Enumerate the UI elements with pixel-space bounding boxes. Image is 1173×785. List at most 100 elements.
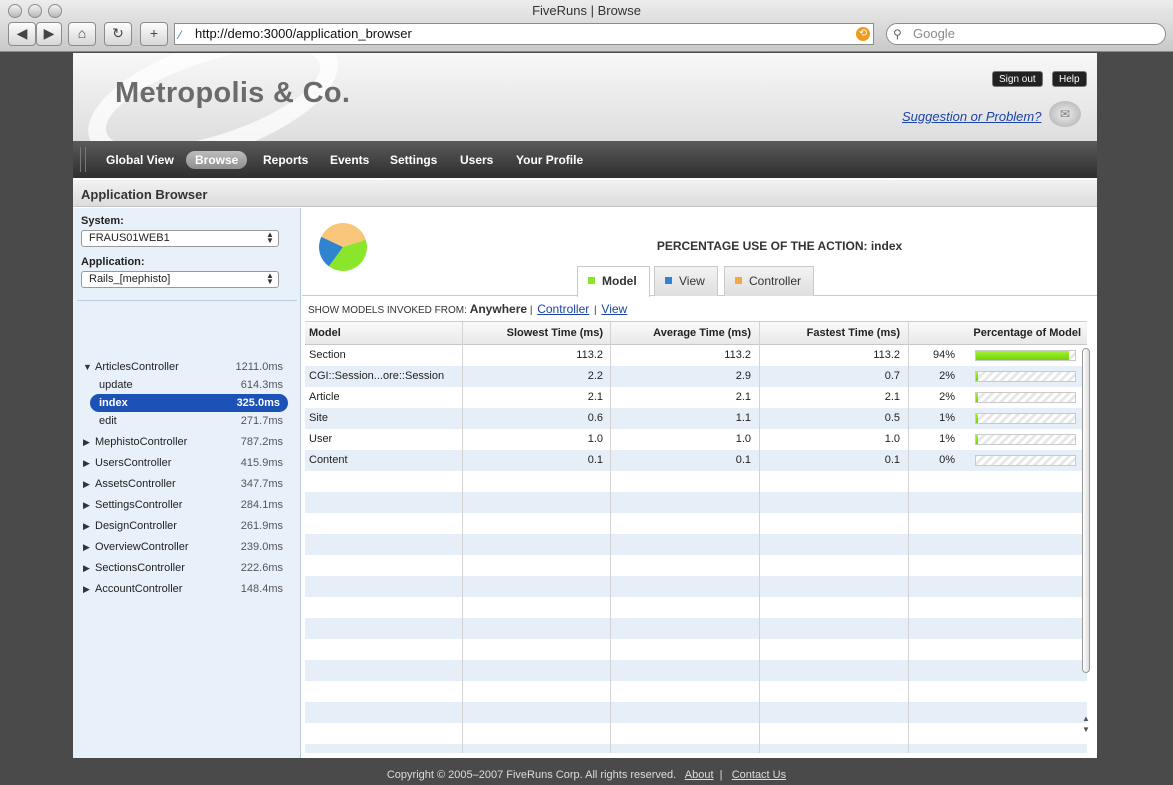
cell-percentage: 0% bbox=[939, 454, 955, 466]
tree-row-account-controller[interactable]: ▶ AccountController 148.4ms bbox=[77, 580, 291, 598]
nav-users[interactable]: Users bbox=[451, 151, 502, 169]
table-row[interactable]: Article 2.1 2.1 2.1 2% bbox=[305, 387, 1087, 408]
empty-table-row bbox=[305, 681, 1087, 702]
rss-icon[interactable]: ⟲ bbox=[856, 27, 870, 41]
controller-name: SettingsController bbox=[95, 499, 183, 511]
action-name: update bbox=[99, 379, 133, 391]
percentage-bar bbox=[975, 434, 1076, 445]
filter-view-link[interactable]: View bbox=[601, 302, 627, 316]
tree-row-sections-controller[interactable]: ▶ SectionsController 222.6ms bbox=[77, 559, 291, 577]
nav-reports[interactable]: Reports bbox=[254, 151, 317, 169]
cell-percentage: 1% bbox=[939, 433, 955, 445]
cell-average: 2.1 bbox=[735, 391, 751, 403]
controller-time: 415.9ms bbox=[240, 457, 283, 469]
collapsed-triangle-icon[interactable]: ▶ bbox=[83, 433, 90, 451]
percentage-bar-fill bbox=[976, 393, 978, 402]
tree-row-settings-controller[interactable]: ▶ SettingsController 284.1ms bbox=[77, 496, 291, 514]
cell-average: 0.1 bbox=[735, 454, 751, 466]
nav-events[interactable]: Events bbox=[321, 151, 378, 169]
contact-us-link[interactable]: Contact Us bbox=[732, 769, 786, 781]
help-button[interactable]: Help bbox=[1052, 71, 1087, 87]
tree-row-action-update[interactable]: update 614.3ms bbox=[77, 376, 291, 394]
sidebar: System: FRAUS01WEB1 ▲ ▼ Application: Rail… bbox=[73, 208, 301, 758]
cell-percentage: 2% bbox=[939, 370, 955, 382]
column-divider bbox=[610, 322, 611, 753]
percentage-bar-fill bbox=[976, 372, 978, 381]
table-row[interactable]: CGI::Session...ore::Session 2.2 2.9 0.7 2% bbox=[305, 366, 1087, 387]
percentage-bar bbox=[975, 371, 1076, 382]
cell-fastest: 2.1 bbox=[884, 391, 900, 403]
new-tab-button[interactable]: + bbox=[140, 22, 168, 46]
tree-row-users-controller[interactable]: ▶ UsersController 415.9ms bbox=[77, 454, 291, 472]
tree-row-assets-controller[interactable]: ▶ AssetsController 347.7ms bbox=[77, 475, 291, 493]
controller-time: 222.6ms bbox=[240, 562, 283, 574]
table-row[interactable]: Site 0.6 1.1 0.5 1% bbox=[305, 408, 1087, 429]
system-select[interactable]: FRAUS01WEB1 ▲ ▼ bbox=[81, 230, 279, 247]
column-header-model[interactable]: Model bbox=[309, 322, 341, 345]
scroll-down-icon[interactable]: ▼ bbox=[1082, 725, 1090, 734]
percentage-bar-fill bbox=[976, 414, 978, 423]
tree-row-action-index[interactable]: index 325.0ms bbox=[90, 394, 288, 412]
nav-settings[interactable]: Settings bbox=[381, 151, 446, 169]
nav-browse[interactable]: Browse bbox=[186, 151, 248, 169]
tab-view[interactable]: View bbox=[654, 266, 718, 296]
table-scrollbar[interactable]: ▲ ▼ bbox=[1081, 344, 1091, 750]
cell-average: 1.1 bbox=[735, 412, 751, 424]
nav-global-view[interactable]: Global View bbox=[97, 151, 183, 169]
column-header-average[interactable]: Average Time (ms) bbox=[613, 322, 751, 345]
nav-your-profile[interactable]: Your Profile bbox=[507, 151, 592, 169]
reload-button[interactable]: ↻ bbox=[104, 22, 132, 46]
empty-table-row bbox=[305, 597, 1087, 618]
model-filter: SHOW MODELS INVOKED FROM: Anywhere | Con… bbox=[308, 302, 629, 316]
expanded-triangle-icon[interactable]: ▼ bbox=[83, 358, 92, 376]
column-header-fastest[interactable]: Fastest Time (ms) bbox=[762, 322, 900, 345]
home-icon: ⌂ bbox=[77, 25, 87, 41]
collapsed-triangle-icon[interactable]: ▶ bbox=[83, 538, 90, 556]
column-header-slowest[interactable]: Slowest Time (ms) bbox=[465, 322, 603, 345]
controller-name: OverviewController bbox=[95, 541, 189, 553]
application-select[interactable]: Rails_[mephisto] ▲ ▼ bbox=[81, 271, 279, 288]
percentage-bar bbox=[975, 350, 1076, 361]
tab-model[interactable]: Model bbox=[577, 266, 650, 297]
cell-average: 113.2 bbox=[724, 349, 751, 361]
address-bar[interactable]: ⁄ http://demo:3000/application_browser bbox=[174, 23, 874, 45]
feedback-icon[interactable]: ✉ bbox=[1049, 101, 1081, 127]
controller-time: 284.1ms bbox=[240, 499, 283, 511]
about-link[interactable]: About bbox=[685, 769, 714, 781]
view-square-icon bbox=[665, 277, 672, 284]
suggestion-link[interactable]: Suggestion or Problem? bbox=[902, 109, 1041, 124]
search-field[interactable]: ⚲ Google bbox=[886, 23, 1166, 45]
application-select-value: Rails_[mephisto] bbox=[89, 273, 171, 285]
forward-button[interactable]: ▶ bbox=[36, 22, 62, 46]
tree-row-articles-controller[interactable]: ▼ ArticlesController 1211.0ms bbox=[77, 358, 291, 376]
back-button[interactable]: ◀ bbox=[8, 22, 36, 46]
empty-table-row bbox=[305, 618, 1087, 639]
collapsed-triangle-icon[interactable]: ▶ bbox=[83, 517, 90, 535]
tree-row-mephisto-controller[interactable]: ▶ MephistoController 787.2ms bbox=[77, 433, 291, 451]
percentage-bar bbox=[975, 413, 1076, 424]
scrollbar-thumb[interactable] bbox=[1082, 348, 1090, 673]
table-row[interactable]: Section 113.2 113.2 113.2 94% bbox=[305, 345, 1087, 366]
collapsed-triangle-icon[interactable]: ▶ bbox=[83, 559, 90, 577]
collapsed-triangle-icon[interactable]: ▶ bbox=[83, 496, 90, 514]
tree-row-overview-controller[interactable]: ▶ OverviewController 239.0ms bbox=[77, 538, 291, 556]
empty-table-row bbox=[305, 492, 1087, 513]
select-arrows-icon: ▲ ▼ bbox=[266, 271, 274, 286]
filter-controller-link[interactable]: Controller bbox=[537, 302, 589, 316]
plus-icon: + bbox=[149, 25, 159, 41]
controller-name: AccountController bbox=[95, 583, 183, 595]
home-button[interactable]: ⌂ bbox=[68, 22, 96, 46]
tree-row-action-edit[interactable]: edit 271.7ms bbox=[77, 412, 291, 430]
table-row[interactable]: User 1.0 1.0 1.0 1% bbox=[305, 429, 1087, 450]
collapsed-triangle-icon[interactable]: ▶ bbox=[83, 454, 90, 472]
sign-out-button[interactable]: Sign out bbox=[992, 71, 1043, 87]
column-header-percentage[interactable]: Percentage of Model bbox=[965, 322, 1081, 345]
tree-row-design-controller[interactable]: ▶ DesignController 261.9ms bbox=[77, 517, 291, 535]
collapsed-triangle-icon[interactable]: ▶ bbox=[83, 580, 90, 598]
reload-icon: ↻ bbox=[112, 25, 124, 41]
scroll-up-icon[interactable]: ▲ bbox=[1082, 714, 1090, 723]
collapsed-triangle-icon[interactable]: ▶ bbox=[83, 475, 90, 493]
tab-controller[interactable]: Controller bbox=[724, 266, 815, 296]
empty-table-row bbox=[305, 513, 1087, 534]
table-row[interactable]: Content 0.1 0.1 0.1 0% bbox=[305, 450, 1087, 471]
